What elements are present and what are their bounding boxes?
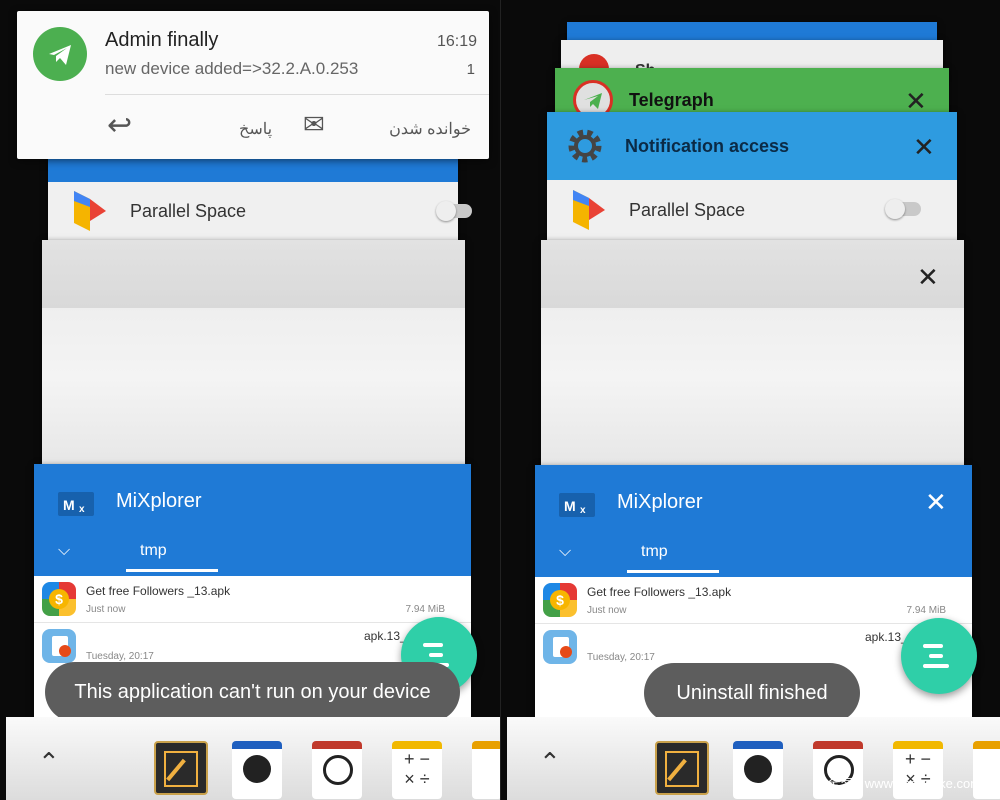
notification-message: new device added=>32.2.A.0.253	[105, 59, 359, 78]
notification-title: Admin finally	[105, 29, 219, 51]
file-row-apk[interactable]: $ Get free Followers _13.apk Just now 7.…	[34, 576, 471, 623]
blank-app-card[interactable]	[42, 240, 465, 470]
watermark: 安全客 ( www.anquanke.com )	[814, 776, 989, 791]
globe-icon[interactable]	[232, 741, 282, 799]
parallel-space-toggle[interactable]	[436, 201, 472, 221]
crop-icon[interactable]	[472, 741, 500, 799]
mixplorer-logo-icon: M x	[58, 492, 94, 516]
parallel-space-card[interactable]: Parallel Space	[48, 150, 472, 240]
file-size: 7.94 MiB	[405, 604, 445, 615]
mixplorer-title: MiXplorer	[116, 490, 202, 512]
tab-indicator	[627, 570, 719, 573]
svg-text:M: M	[63, 497, 75, 513]
telegram-notification[interactable]: Admin finally 16:19 new device added=>32…	[17, 11, 489, 159]
reply-button[interactable]: پاسخ	[239, 119, 272, 139]
toast-message: Uninstall finished	[644, 663, 860, 723]
coin-app-icon: $	[543, 583, 577, 617]
mixplorer-title: MiXplorer	[617, 491, 703, 513]
apk-file-icon	[543, 630, 577, 664]
blank-app-card[interactable]: ✕	[541, 240, 964, 470]
notification-access-card[interactable]: Notification access ✕ Parallel Space	[547, 112, 957, 240]
close-telegraph-icon[interactable]: ✕	[905, 88, 927, 114]
file-name: apk.13_	[865, 630, 908, 644]
notification-divider	[105, 94, 489, 95]
tab-indicator	[126, 569, 218, 572]
parallel-space-label: Parallel Space	[130, 200, 247, 221]
parallel-space-label: Parallel Space	[629, 199, 746, 220]
file-time: Just now	[86, 604, 126, 615]
tab-tmp[interactable]: tmp	[641, 543, 668, 561]
apk-file-icon	[42, 629, 76, 663]
file-time: Tuesday, 20:17	[86, 651, 154, 662]
telegram-icon	[33, 27, 87, 81]
notification-access-title: Notification access	[625, 136, 790, 156]
mixplorer-logo-icon: M x	[559, 493, 595, 517]
telegraph-title: Telegraph	[629, 90, 714, 110]
gear-icon	[568, 129, 602, 163]
file-time: Just now	[587, 605, 627, 616]
close-notification-access-icon[interactable]: ✕	[913, 134, 935, 160]
calculator-icon[interactable]: + − × ÷	[392, 741, 442, 799]
svg-text:M: M	[564, 498, 576, 514]
mark-read-button[interactable]: خوانده شدن	[389, 119, 471, 139]
globe-icon[interactable]	[733, 741, 783, 799]
notepad-icon[interactable]	[154, 741, 208, 795]
coin-app-icon: $	[42, 582, 76, 616]
file-name: Get free Followers _13.apk	[587, 585, 732, 599]
mark-read-icon[interactable]: ✉	[303, 111, 325, 137]
svg-text:x: x	[79, 504, 85, 515]
recents-dock: ⌃ + − × ÷	[6, 717, 500, 800]
tab-tmp[interactable]: tmp	[140, 542, 167, 560]
chevron-up-icon[interactable]: ⌃	[38, 747, 60, 778]
parallel-space-icon	[74, 191, 106, 231]
notification-count: 1	[466, 61, 475, 78]
notepad-icon[interactable]	[655, 741, 709, 795]
file-name: apk.13_	[364, 629, 407, 643]
parallel-space-icon	[573, 190, 605, 230]
chevron-down-icon[interactable]: ⌵	[58, 542, 70, 560]
chevron-up-icon[interactable]: ⌃	[539, 747, 561, 778]
parallel-space-toggle[interactable]	[885, 199, 921, 219]
chevron-down-icon[interactable]: ⌵	[559, 543, 571, 561]
file-size: 7.94 MiB	[906, 605, 946, 616]
file-time: Tuesday, 20:17	[587, 652, 655, 663]
left-screen: Parallel Space M x MiXplorer ⌵ tmp $ Get…	[0, 0, 500, 800]
clock-icon[interactable]	[312, 741, 362, 799]
notification-time: 16:19	[436, 33, 477, 50]
close-blank-card-icon[interactable]: ✕	[917, 264, 939, 290]
fab-menu-button[interactable]	[901, 618, 977, 694]
right-screen: Sh Telegraph ✕ Notification access ✕ Par…	[501, 0, 1000, 800]
toast-message: This application can't run on your devic…	[45, 662, 460, 722]
reply-arrow-icon[interactable]: ↩	[107, 111, 132, 141]
file-row-apk[interactable]: $ Get free Followers _13.apk Just now 7.…	[535, 577, 972, 624]
close-mixplorer-icon[interactable]: ✕	[925, 489, 947, 515]
svg-text:x: x	[580, 505, 586, 516]
file-name: Get free Followers _13.apk	[86, 584, 231, 598]
